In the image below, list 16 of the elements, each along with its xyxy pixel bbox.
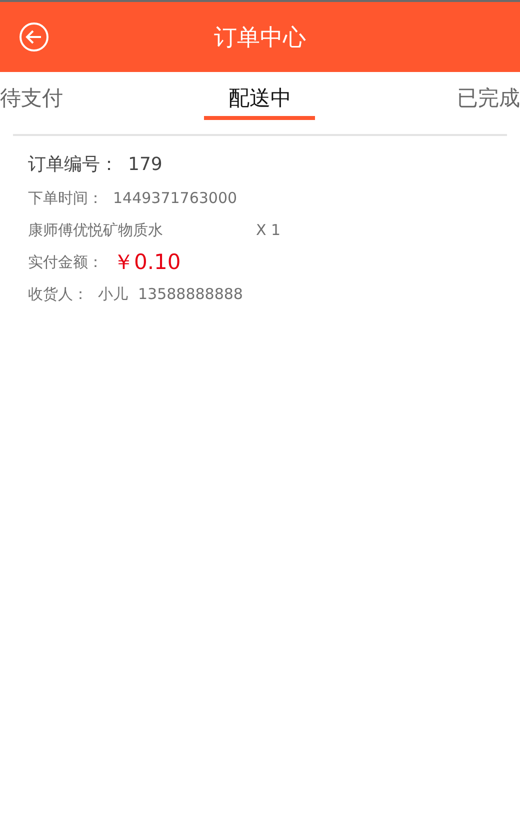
receiver-phone: 13588888888	[138, 285, 243, 303]
tab[interactable]: 已完成	[456, 72, 520, 120]
order-number: 179	[128, 154, 162, 174]
back-icon[interactable]	[18, 21, 50, 53]
order-time: 1449371763000	[113, 189, 238, 207]
receiver-label: 收货人：	[28, 284, 88, 304]
product-name: 康师傅优悦矿物质水	[28, 220, 164, 240]
amount-value: ￥0.10	[113, 249, 181, 276]
tab[interactable]: 配送中	[204, 72, 316, 120]
page-title: 订单中心	[214, 24, 306, 52]
order-number-label: 订单编号：	[28, 153, 118, 176]
tab[interactable]: 待支付	[0, 72, 63, 120]
amount-label: 实付金额：	[28, 252, 103, 272]
order-time-label: 下单时间：	[28, 188, 103, 208]
product-quantity: X 1	[256, 221, 281, 239]
receiver-name: 小儿	[98, 284, 128, 304]
